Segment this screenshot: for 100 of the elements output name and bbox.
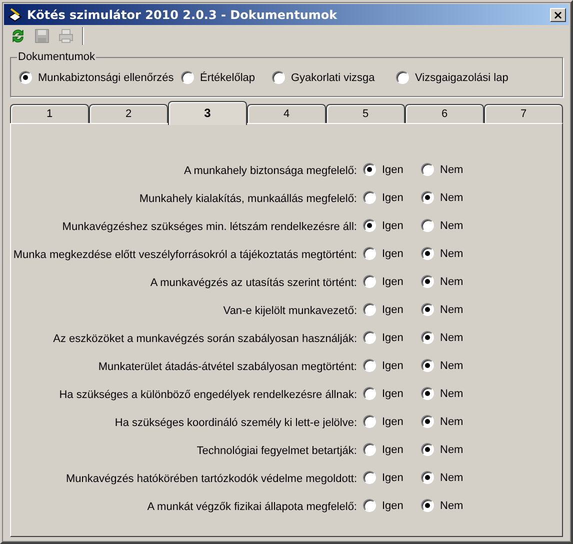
- radio-option[interactable]: Vizsgaigazolási lap: [396, 71, 508, 84]
- radio-label: Nem: [440, 444, 464, 456]
- radio-button[interactable]: [363, 443, 376, 456]
- radio-option[interactable]: Igen: [363, 163, 404, 176]
- radio-button[interactable]: [421, 387, 434, 400]
- radio-label: Nem: [440, 304, 464, 316]
- question-label: Munkavégzés hatókörében tartózkodók védelme megoldott:: [64, 472, 358, 487]
- radio-button[interactable]: [421, 499, 434, 512]
- radio-button[interactable]: [363, 415, 376, 428]
- radio-option[interactable]: Munkabiztonsági ellenőrzés: [19, 71, 174, 84]
- radio-button[interactable]: [421, 471, 434, 484]
- radio-label: Igen: [382, 304, 404, 316]
- radio-label: Nem: [440, 388, 464, 400]
- radio-option[interactable]: Igen: [363, 359, 404, 372]
- radio-option[interactable]: Nem: [421, 499, 464, 512]
- radio-label: Igen: [382, 164, 404, 176]
- radio-button[interactable]: [363, 247, 376, 260]
- radio-option[interactable]: Igen: [363, 247, 404, 260]
- radio-option[interactable]: Nem: [421, 163, 464, 176]
- tab[interactable]: 4: [247, 104, 326, 123]
- radio-option[interactable]: Igen: [363, 471, 404, 484]
- radio-option[interactable]: Nem: [421, 443, 464, 456]
- question-label: Ha szükséges a különböző engedélyek rendelkezésre állnak:: [58, 388, 358, 403]
- radio-button[interactable]: [19, 71, 32, 84]
- radio-label: Nem: [440, 192, 464, 204]
- tab[interactable]: 3: [168, 101, 247, 125]
- radio-option[interactable]: Értékelőlap: [181, 71, 256, 84]
- radio-button[interactable]: [421, 303, 434, 316]
- radio-button[interactable]: [363, 359, 376, 372]
- radio-label: Igen: [382, 248, 404, 260]
- printer-icon: [58, 28, 74, 44]
- radio-label: Igen: [382, 276, 404, 288]
- tab[interactable]: 2: [89, 104, 168, 123]
- tab[interactable]: 7: [484, 104, 563, 123]
- radio-button[interactable]: [421, 191, 434, 204]
- radio-button[interactable]: [421, 331, 434, 344]
- radio-label: Igen: [382, 332, 404, 344]
- radio-button[interactable]: [272, 71, 285, 84]
- radio-option[interactable]: Nem: [421, 331, 464, 344]
- radio-button[interactable]: [421, 247, 434, 260]
- radio-label: Vizsgaigazolási lap: [415, 72, 508, 84]
- close-button[interactable]: ×: [550, 8, 566, 22]
- window-title: Kötés szimulátor 2010 2.0.3 - Dokumentumok: [27, 8, 338, 22]
- radio-option[interactable]: Igen: [363, 499, 404, 512]
- radio-option[interactable]: Igen: [363, 303, 404, 316]
- radio-option[interactable]: Nem: [421, 471, 464, 484]
- radio-button[interactable]: [421, 415, 434, 428]
- radio-option[interactable]: Igen: [363, 219, 404, 232]
- radio-option[interactable]: Nem: [421, 275, 464, 288]
- radio-button[interactable]: [396, 71, 409, 84]
- radio-option[interactable]: Igen: [363, 415, 404, 428]
- radio-option[interactable]: Igen: [363, 191, 404, 204]
- question-label: Munkavégzéshez szükséges min. létszám rendelkezésre áll:: [61, 220, 358, 235]
- radio-label: Igen: [382, 220, 404, 232]
- radio-button[interactable]: [181, 71, 194, 84]
- radio-button[interactable]: [421, 163, 434, 176]
- radio-button[interactable]: [363, 387, 376, 400]
- radio-button[interactable]: [363, 303, 376, 316]
- radio-option[interactable]: Nem: [421, 247, 464, 260]
- radio-label: Igen: [382, 388, 404, 400]
- radio-label: Munkabiztonsági ellenőrzés: [38, 72, 174, 84]
- radio-option[interactable]: Igen: [363, 275, 404, 288]
- question-label: Ha szükséges koordináló személy ki lett-e jelölve:: [114, 416, 358, 431]
- radio-button[interactable]: [363, 163, 376, 176]
- refresh-icon: [10, 28, 26, 44]
- question-label: Munka megkezdése előtt veszélyforrásokról a tájékoztatás megtörtént:: [12, 248, 358, 263]
- radio-label: Gyakorlati vizsga: [291, 72, 375, 84]
- radio-option[interactable]: Igen: [363, 443, 404, 456]
- radio-option[interactable]: Gyakorlati vizsga: [272, 71, 375, 84]
- radio-label: Nem: [440, 164, 464, 176]
- radio-button[interactable]: [363, 275, 376, 288]
- radio-option[interactable]: Nem: [421, 303, 464, 316]
- radio-option[interactable]: Nem: [421, 415, 464, 428]
- tab[interactable]: 6: [405, 104, 484, 123]
- radio-option[interactable]: Nem: [421, 219, 464, 232]
- radio-button[interactable]: [363, 191, 376, 204]
- tab[interactable]: 1: [10, 104, 89, 123]
- radio-button[interactable]: [421, 359, 434, 372]
- radio-label: Értékelőlap: [200, 72, 256, 84]
- radio-label: Igen: [382, 416, 404, 428]
- radio-option[interactable]: Nem: [421, 191, 464, 204]
- radio-option[interactable]: Igen: [363, 331, 404, 344]
- radio-button[interactable]: [363, 331, 376, 344]
- radio-option[interactable]: Nem: [421, 359, 464, 372]
- question-label: Technológiai fegyelmet betartják:: [196, 444, 358, 459]
- radio-label: Nem: [440, 332, 464, 344]
- radio-label: Nem: [440, 472, 464, 484]
- radio-option[interactable]: Nem: [421, 387, 464, 400]
- radio-label: Nem: [440, 416, 464, 428]
- tab[interactable]: 5: [326, 104, 405, 123]
- radio-button[interactable]: [363, 499, 376, 512]
- radio-option[interactable]: Igen: [363, 387, 404, 400]
- radio-label: Igen: [382, 472, 404, 484]
- radio-button[interactable]: [363, 471, 376, 484]
- radio-button[interactable]: [421, 219, 434, 232]
- radio-button[interactable]: [421, 275, 434, 288]
- radio-button[interactable]: [421, 443, 434, 456]
- radio-button[interactable]: [363, 219, 376, 232]
- question-label: A munkahely biztonsága megfelelő:: [182, 164, 358, 179]
- question-label: A munkát végzők fizikai állapota megfelelő:: [146, 500, 358, 515]
